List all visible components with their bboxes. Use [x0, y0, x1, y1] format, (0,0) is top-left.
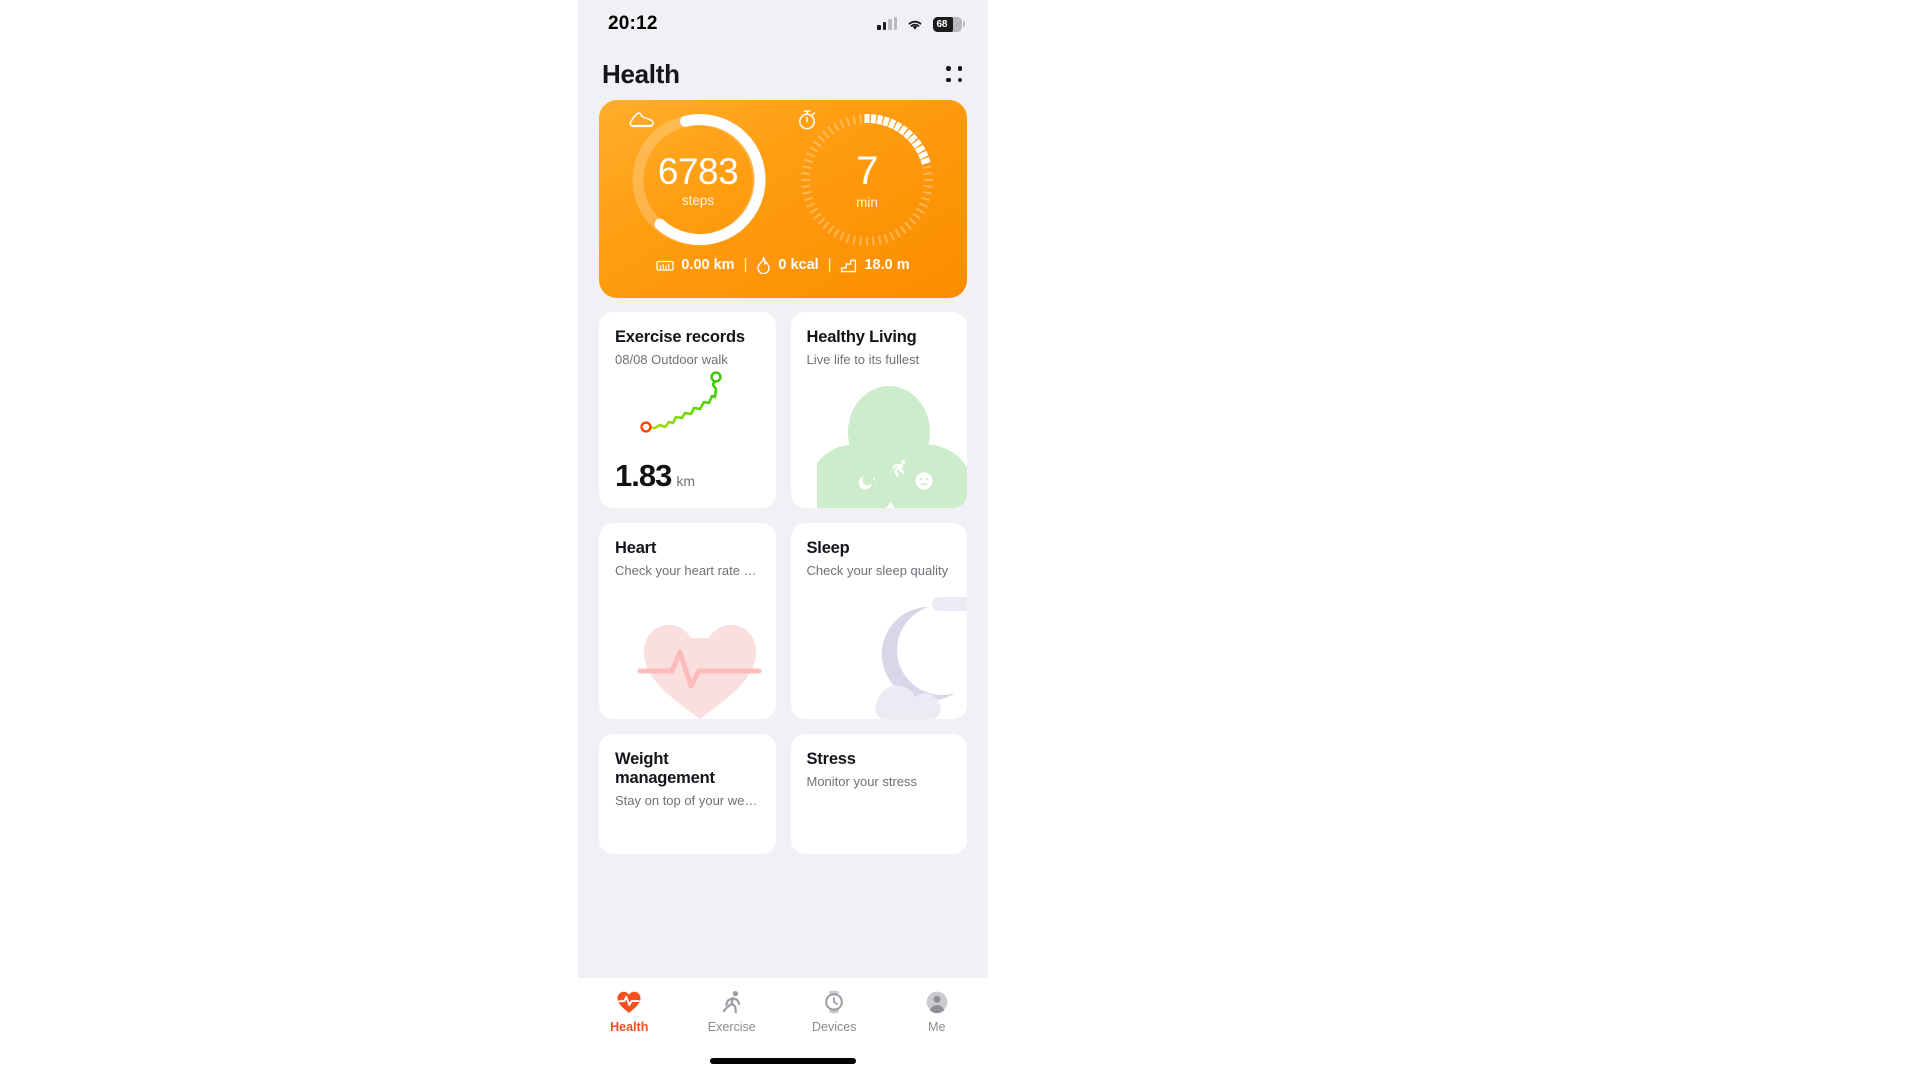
route-end-marker	[710, 371, 722, 383]
page-title: Health	[602, 58, 680, 89]
timer-ring[interactable]: 7 min	[795, 108, 939, 252]
card-subtitle: Monitor your stress	[806, 774, 918, 789]
card-title: Exercise records	[615, 328, 745, 346]
tab-label: Exercise	[707, 1020, 756, 1034]
flame-icon	[757, 256, 771, 274]
distance-unit: km	[676, 473, 696, 489]
tab-label: Me	[928, 1020, 946, 1034]
distance-number: 1.83	[615, 458, 672, 493]
status-time: 20:12	[608, 13, 658, 34]
stairs-icon	[841, 259, 857, 272]
stat-separator-2: |	[827, 257, 832, 273]
card-title: Weight management	[615, 750, 715, 787]
heart-pulse-icon	[637, 625, 761, 719]
calories-value: 0 kcal	[778, 257, 819, 273]
runner-icon	[722, 991, 741, 1014]
clover-icon	[817, 386, 967, 508]
distance-value: 0.00 km	[681, 257, 735, 273]
card-subtitle: Check your heart rate thro...	[615, 563, 760, 578]
bottom-tab-bar: Health Exercise Devices Me	[578, 978, 988, 1080]
tab-label: Devices	[812, 1020, 857, 1034]
watch-icon	[825, 990, 844, 1014]
steps-unit: steps	[681, 193, 715, 209]
card-subtitle: Check your sleep quality	[806, 563, 949, 578]
card-weight-management[interactable]: Weight management Stay on top of your we…	[599, 734, 776, 854]
card-subtitle: Live life to its fullest	[806, 352, 920, 367]
home-indicator	[710, 1058, 856, 1064]
scroll-content: 6783 steps 7 min 0.00 km | 0 kcal | 18.0…	[578, 100, 988, 854]
status-icons: 68	[877, 16, 965, 32]
activity-stats-row: 0.00 km | 0 kcal | 18.0 m	[599, 256, 967, 274]
tab-me[interactable]: Me	[886, 990, 989, 1034]
tab-health[interactable]: Health	[578, 990, 681, 1034]
screenshot-root: 20:12 68 Health 6783 steps 7 min 0.00 km…	[0, 0, 1920, 1080]
wifi-icon	[908, 20, 922, 30]
gps-route-icon	[640, 371, 722, 433]
card-title: Healthy Living	[806, 328, 917, 346]
app-header: Health	[578, 48, 988, 100]
floors-value: 18.0 m	[864, 257, 910, 273]
card-subtitle: Stay on top of your weight	[615, 793, 760, 808]
floors-stat: 18.0 m	[840, 257, 910, 274]
stat-separator: |	[743, 257, 748, 273]
route-start-marker	[640, 421, 652, 433]
card-exercise-records[interactable]: Exercise records 08/08 Outdoor walk 1.83…	[599, 312, 776, 508]
exercise-distance: 1.83 km	[615, 458, 695, 494]
feature-card-grid: Exercise records 08/08 Outdoor walk 1.83…	[599, 312, 967, 854]
steps-value: 6783	[657, 150, 739, 192]
moon-cloud-icon	[875, 597, 967, 719]
phone-screen: 20:12 68 Health 6783 steps 7 min 0.00 km…	[578, 0, 988, 1080]
card-heart[interactable]: Heart Check your heart rate thro...	[599, 523, 776, 719]
activity-rings: 6783 steps 7 min	[599, 100, 967, 258]
tab-label: Health	[610, 1020, 649, 1034]
card-stress[interactable]: Stress Monitor your stress	[790, 734, 967, 854]
ruler-icon	[656, 260, 675, 271]
timer-unit: min	[856, 194, 878, 210]
status-bar: 20:12 68	[578, 0, 988, 48]
battery-icon: 68	[933, 16, 965, 32]
stopwatch-icon	[799, 110, 816, 130]
distance-stat: 0.00 km	[656, 257, 735, 273]
calories-stat: 0 kcal	[756, 256, 819, 274]
activity-summary-card[interactable]: 6783 steps 7 min 0.00 km | 0 kcal | 18.0…	[599, 100, 967, 298]
tab-exercise[interactable]: Exercise	[681, 990, 784, 1034]
heart-pulse-icon	[617, 991, 641, 1013]
card-title: Sleep	[806, 539, 850, 557]
cellular-signal-icon	[877, 17, 897, 30]
shoe-icon	[629, 112, 654, 128]
tab-devices[interactable]: Devices	[783, 990, 886, 1034]
card-title: Heart	[615, 539, 657, 557]
person-avatar-icon	[926, 991, 948, 1014]
timer-value: 7	[856, 149, 878, 194]
steps-ring[interactable]: 6783 steps	[626, 108, 770, 252]
card-title: Stress	[806, 750, 856, 768]
card-sleep[interactable]: Sleep Check your sleep quality	[790, 523, 967, 719]
grid-menu-icon[interactable]	[946, 66, 962, 82]
battery-percent-label: 68	[936, 18, 948, 30]
card-healthy-living[interactable]: Healthy Living Live life to its fullest	[790, 312, 967, 508]
